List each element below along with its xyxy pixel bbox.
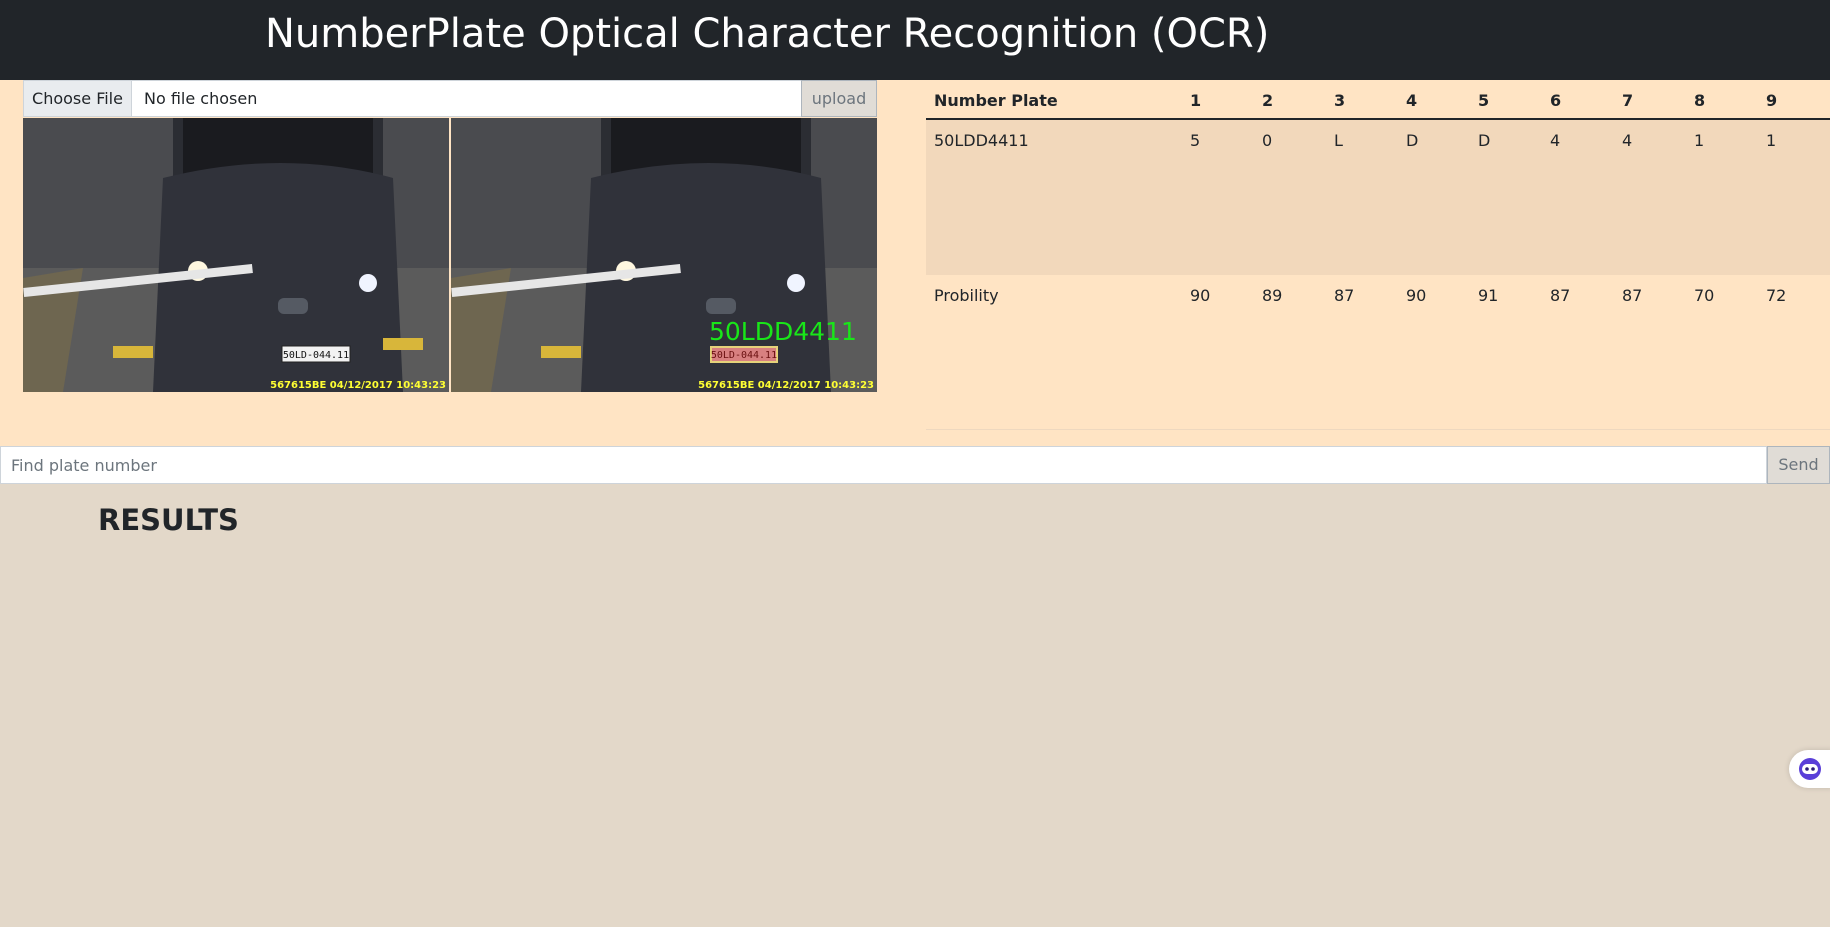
table-row-characters: 50LDD4411 5 0 L D D 4 4 1 1: [926, 120, 1830, 275]
char-cell: L: [1334, 131, 1343, 150]
upload-button[interactable]: upload: [801, 80, 877, 117]
header-col: 2: [1262, 91, 1274, 110]
header-col: 3: [1334, 91, 1346, 110]
assistant-widget[interactable]: [1789, 750, 1830, 788]
send-button[interactable]: Send: [1767, 446, 1830, 484]
choose-file-button[interactable]: Choose File: [24, 81, 132, 116]
header-col: 8: [1694, 91, 1706, 110]
header-col: 6: [1550, 91, 1562, 110]
table-header-row: Number Plate 1 2 3 4 5 6 7 8 9: [926, 80, 1830, 120]
processed-overlay-text: 567615BE 04/12/2017 10:43:23: [698, 380, 874, 391]
prob-cell: 91: [1478, 286, 1499, 305]
prob-cell: 87: [1550, 286, 1571, 305]
prob-cell: 90: [1406, 286, 1427, 305]
table-row-probability: Probility 90 89 87 90 91 87 87 70 72: [926, 275, 1830, 430]
prob-cell: 87: [1622, 286, 1643, 305]
assistant-bot-icon: [1799, 758, 1821, 780]
prob-cell: 72: [1766, 286, 1787, 305]
processed-image: 50LD-044.11 50LDD4411 567615BE 04/12/201…: [451, 118, 877, 392]
char-cell: 4: [1550, 131, 1561, 150]
header-col: 7: [1622, 91, 1634, 110]
char-cell: 1: [1694, 131, 1705, 150]
header-col: 1: [1190, 91, 1202, 110]
char-cell: 1: [1766, 131, 1777, 150]
probability-label: Probility: [934, 286, 999, 305]
file-status-text: No file chosen: [144, 89, 258, 108]
results-heading: RESULTS: [98, 503, 239, 537]
top-navbar: NumberPlate Optical Character Recognitio…: [0, 0, 1830, 80]
prob-cell: 87: [1334, 286, 1355, 305]
char-cell: D: [1406, 131, 1419, 150]
prob-cell: 70: [1694, 286, 1715, 305]
prob-cell: 89: [1262, 286, 1283, 305]
processed-plate-text: 50LD-044.11: [711, 350, 777, 361]
original-image: 50LD-044.11 567615BE 04/12/2017 10:43:23: [23, 118, 449, 392]
page-title: NumberPlate Optical Character Recognitio…: [265, 11, 1270, 57]
file-input-group[interactable]: Choose File No file chosen upload: [23, 80, 877, 117]
original-plate-text: 50LD-044.11: [283, 350, 349, 361]
header-col: 9: [1766, 91, 1778, 110]
original-overlay-text: 567615BE 04/12/2017 10:43:23: [270, 380, 446, 391]
char-cell: 0: [1262, 131, 1273, 150]
char-cell: 5: [1190, 131, 1201, 150]
char-cell: 4: [1622, 131, 1633, 150]
prob-cell: 90: [1190, 286, 1211, 305]
detected-plate-text: 50LDD4411: [709, 317, 857, 346]
char-cell: D: [1478, 131, 1491, 150]
header-col: 5: [1478, 91, 1490, 110]
plate-number-cell: 50LDD4411: [934, 131, 1029, 150]
search-field-container: [0, 446, 1767, 484]
find-plate-input[interactable]: [1, 447, 1766, 483]
header-col: 4: [1406, 91, 1418, 110]
header-number-plate: Number Plate: [934, 91, 1058, 110]
